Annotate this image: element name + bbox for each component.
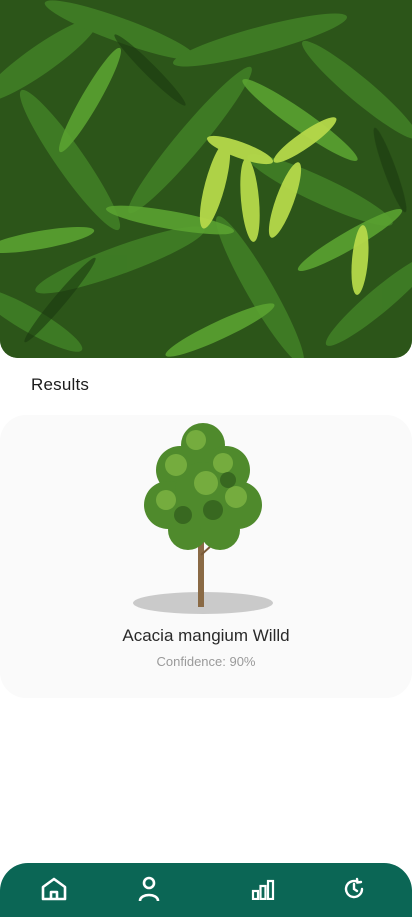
result-card[interactable]: Acacia mangium Willd Confidence: 90% [0, 415, 412, 698]
bottom-nav [0, 863, 412, 917]
profile-icon[interactable] [134, 874, 164, 904]
species-name: Acacia mangium Willd [122, 626, 290, 645]
tree-image [128, 415, 278, 615]
leaf-photo [0, 0, 412, 358]
confidence-text: Confidence: 90% [156, 654, 256, 669]
home-icon[interactable] [39, 874, 69, 904]
stats-icon[interactable] [248, 874, 278, 904]
history-icon[interactable] [339, 874, 369, 904]
results-heading: Results [31, 375, 90, 394]
